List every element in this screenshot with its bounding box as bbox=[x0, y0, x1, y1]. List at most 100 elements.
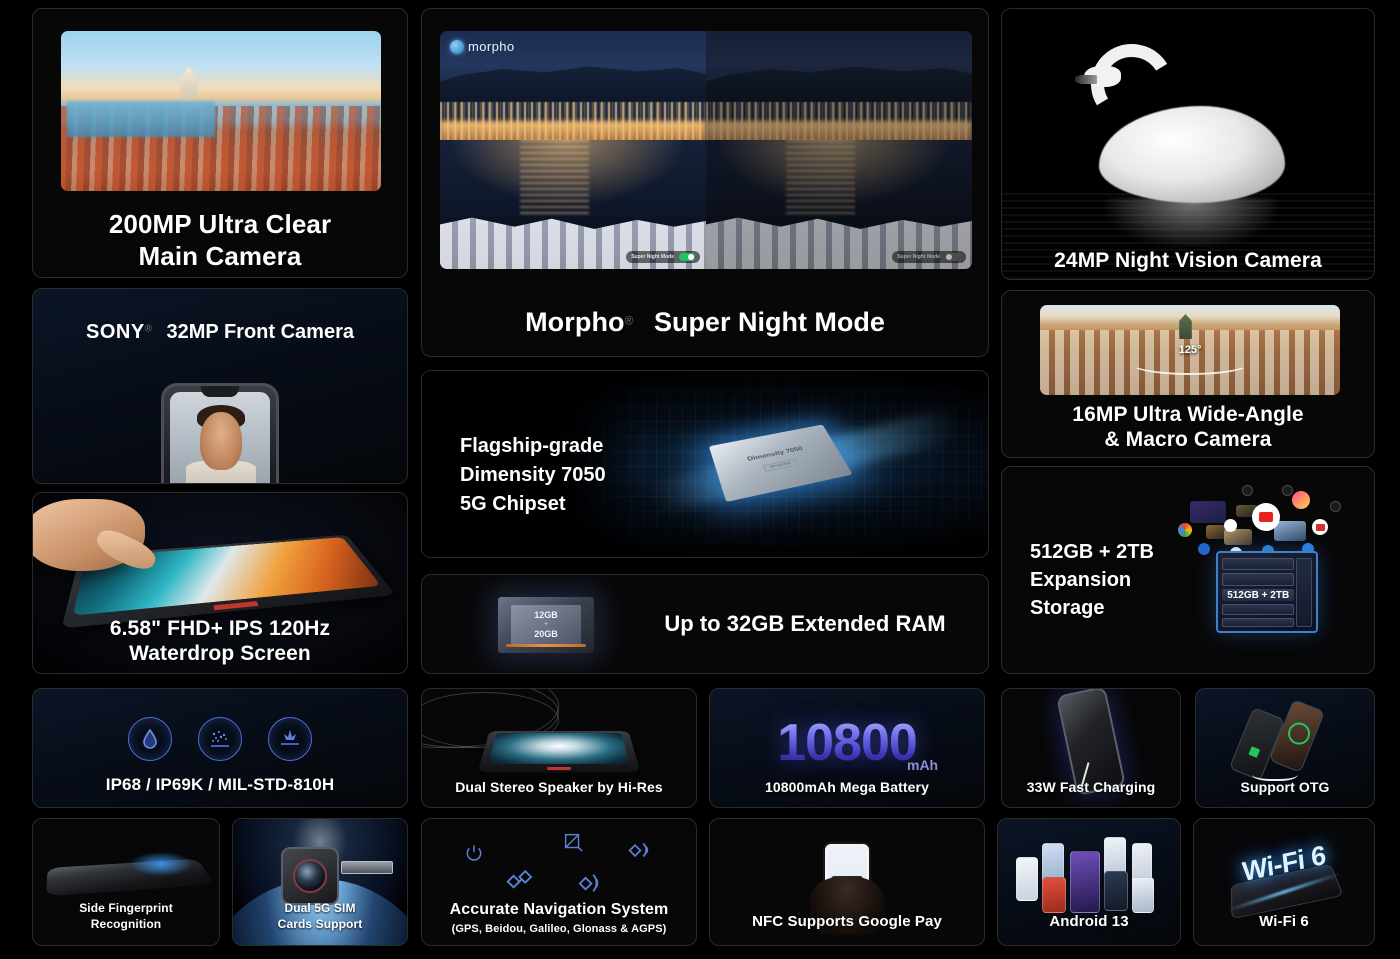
panel-dual-sim[interactable]: Dual 5G SIM Cards Support bbox=[232, 818, 408, 946]
panel-storage[interactable]: 512GB + 2TB Expansion Storage 512GB + 2T… bbox=[1001, 466, 1375, 674]
panel-fast-charging[interactable]: 33W Fast Charging bbox=[1001, 688, 1181, 808]
panel-nfc[interactable]: NFC Supports Google Pay bbox=[709, 818, 985, 946]
panel-navigation[interactable]: Accurate Navigation System (GPS, Beidou,… bbox=[421, 818, 697, 946]
ram-chip-bar bbox=[505, 644, 587, 647]
app-icon-messages bbox=[1282, 485, 1293, 496]
panel-chipset[interactable]: Dimensity 7050 MediaTek Flagship-grade D… bbox=[421, 370, 989, 558]
panel-front-camera[interactable]: SONY® 32MP Front Camera bbox=[32, 288, 408, 484]
ram-base-label: 12GB bbox=[534, 610, 558, 621]
night-mode-toggle-off[interactable]: Super Night Mode bbox=[892, 251, 966, 263]
dust-particles-icon bbox=[198, 717, 242, 761]
night-mode-toggle-on-label: Super Night Mode bbox=[631, 254, 674, 260]
app-icon-gmail bbox=[1312, 519, 1328, 535]
satellite-dish-icon bbox=[562, 831, 584, 853]
night-mode-caption: Super Night Mode bbox=[653, 307, 885, 337]
ultra-wide-caption-line2: & Macro Camera bbox=[1104, 428, 1272, 451]
night-mode-brand: Morpho bbox=[525, 307, 625, 337]
durability-caption: IP68 / IP69K / MIL-STD-810H bbox=[105, 775, 335, 794]
camera-lens bbox=[292, 858, 327, 893]
night-vision-caption: 24MP Night Vision Camera bbox=[1054, 249, 1322, 272]
night-mode-switch-off[interactable] bbox=[945, 253, 961, 261]
night-mode-comparison-photo: morpho Super Night Mode Super Night Mode bbox=[440, 31, 972, 269]
chipset-caption-line3: 5G Chipset bbox=[460, 493, 566, 515]
android-caption: Android 13 bbox=[1049, 913, 1129, 930]
screen-caption-line2: Waterdrop Screen bbox=[129, 642, 311, 665]
night-mode-toggle-off-label: Super Night Mode bbox=[897, 254, 940, 260]
night-mode-switch-on[interactable] bbox=[679, 253, 695, 261]
storage-chip-side bbox=[1296, 557, 1313, 628]
front-camera-brand: SONY bbox=[86, 321, 145, 343]
sim-tray bbox=[340, 860, 393, 874]
swan-beak bbox=[1074, 75, 1097, 84]
battery-big-number: 10800 bbox=[777, 714, 918, 773]
android-screen-6 bbox=[1104, 871, 1128, 911]
chipset-caption-line1: Flagship-grade bbox=[460, 435, 604, 457]
panel-ram[interactable]: 12GB + 20GB Up to 32GB Extended RAM bbox=[421, 574, 989, 674]
panel-main-camera[interactable]: 200MP Ultra Clear Main Camera bbox=[32, 8, 408, 278]
app-card-video bbox=[1190, 501, 1226, 523]
ram-chip-die: 12GB + 20GB bbox=[511, 604, 581, 646]
venice-basilica bbox=[180, 66, 198, 108]
front-camera-caption: 32MP Front Camera bbox=[166, 321, 354, 343]
android-screen-1 bbox=[1016, 857, 1038, 901]
panel-speaker[interactable]: Dual Stereo Speaker by Hi-Res bbox=[421, 688, 697, 808]
main-camera-caption-line2: Main Camera bbox=[138, 241, 302, 271]
drop-shock-icon bbox=[268, 717, 312, 761]
panel-ultra-wide[interactable]: 125° 16MP Ultra Wide-Angle & Macro Camer… bbox=[1001, 290, 1375, 458]
storage-chip-image: 512GB + 2TB bbox=[1216, 551, 1318, 633]
panel-battery[interactable]: 10800 mAh 10800mAh Mega Battery bbox=[709, 688, 985, 808]
speaker-caption: Dual Stereo Speaker by Hi-Res bbox=[455, 779, 663, 795]
panel-screen[interactable]: 6.58" FHD+ IPS 120Hz Waterdrop Screen bbox=[32, 492, 408, 674]
storage-chip-row-3 bbox=[1221, 604, 1295, 616]
chip-sublabel: MediaTek bbox=[763, 459, 799, 473]
night-mode-toggle-on[interactable]: Super Night Mode bbox=[626, 251, 700, 263]
ultra-wide-caption-line1: 16MP Ultra Wide-Angle bbox=[1072, 403, 1304, 426]
product-feature-grid: 200MP Ultra Clear Main Camera morpho Sup… bbox=[0, 0, 1400, 959]
sim-phone-camera bbox=[280, 846, 339, 905]
navigation-subcaption: (GPS, Beidou, Galileo, Glonass & AGPS) bbox=[451, 923, 667, 935]
ram-chip-image: 12GB + 20GB bbox=[498, 597, 594, 653]
morpho-logo: morpho bbox=[450, 39, 514, 54]
navigation-caption: Accurate Navigation System bbox=[449, 901, 669, 918]
storage-chip-badge: 512GB + 2TB bbox=[1221, 588, 1295, 602]
chipset-caption-line2: Dimensity 7050 bbox=[460, 464, 606, 486]
night-mode-off-image: Super Night Mode bbox=[706, 31, 972, 269]
copenhagen-dome bbox=[1179, 314, 1192, 340]
dual-sim-caption-line2: Cards Support bbox=[277, 917, 363, 931]
android-screen-4 bbox=[1070, 851, 1100, 913]
panel-night-mode[interactable]: morpho Super Night Mode Super Night Mode… bbox=[421, 8, 989, 357]
front-camera-trademark: ® bbox=[144, 323, 153, 335]
fingerprint-sensor-glow bbox=[129, 851, 192, 876]
selfie-screen bbox=[170, 392, 270, 483]
phone-notch bbox=[200, 386, 240, 397]
panel-durability[interactable]: IP68 / IP69K / MIL-STD-810H bbox=[32, 688, 408, 808]
main-camera-caption-line1: 200MP Ultra Clear bbox=[108, 209, 332, 239]
fingerprint-caption-line2: Recognition bbox=[90, 917, 162, 931]
panel-night-vision[interactable]: 24MP Night Vision Camera bbox=[1001, 8, 1375, 280]
panel-wifi[interactable]: Wi-Fi 6 Wi-Fi 6 bbox=[1193, 818, 1375, 946]
ram-extended-label: 20GB bbox=[534, 629, 558, 640]
app-icon-youtube bbox=[1252, 503, 1280, 531]
main-camera-photo bbox=[61, 31, 381, 191]
app-icon-chrome bbox=[1178, 523, 1192, 537]
panel-otg[interactable]: Support OTG bbox=[1195, 688, 1375, 808]
water-drop-icon bbox=[128, 717, 172, 761]
otg-target-phone bbox=[1268, 699, 1326, 773]
night-vision-photo bbox=[1002, 9, 1374, 279]
app-icon-photos bbox=[1292, 491, 1310, 509]
wide-angle-badge: 125° bbox=[1178, 344, 1202, 356]
panel-android[interactable]: Android 13 bbox=[997, 818, 1181, 946]
fast-charging-caption: 33W Fast Charging bbox=[1026, 779, 1156, 795]
nfc-caption: NFC Supports Google Pay bbox=[752, 913, 942, 930]
morpho-logo-text: morpho bbox=[468, 39, 515, 54]
app-card-landscape bbox=[1274, 521, 1306, 541]
morpho-mark-icon bbox=[450, 39, 464, 54]
night-mode-on-image: morpho Super Night Mode bbox=[440, 31, 706, 269]
app-icon-store bbox=[1330, 501, 1341, 512]
satellite-signal-icon-2 bbox=[578, 869, 606, 897]
fingerprint-caption-line1: Side Fingerprint bbox=[79, 901, 173, 915]
storage-caption-line1: 512GB + 2TB bbox=[1030, 541, 1154, 563]
screen-caption-line1: 6.58" FHD+ IPS 120Hz bbox=[109, 617, 331, 640]
dual-sim-caption-line1: Dual 5G SIM bbox=[284, 901, 356, 915]
panel-fingerprint[interactable]: Side Fingerprint Recognition bbox=[32, 818, 220, 946]
